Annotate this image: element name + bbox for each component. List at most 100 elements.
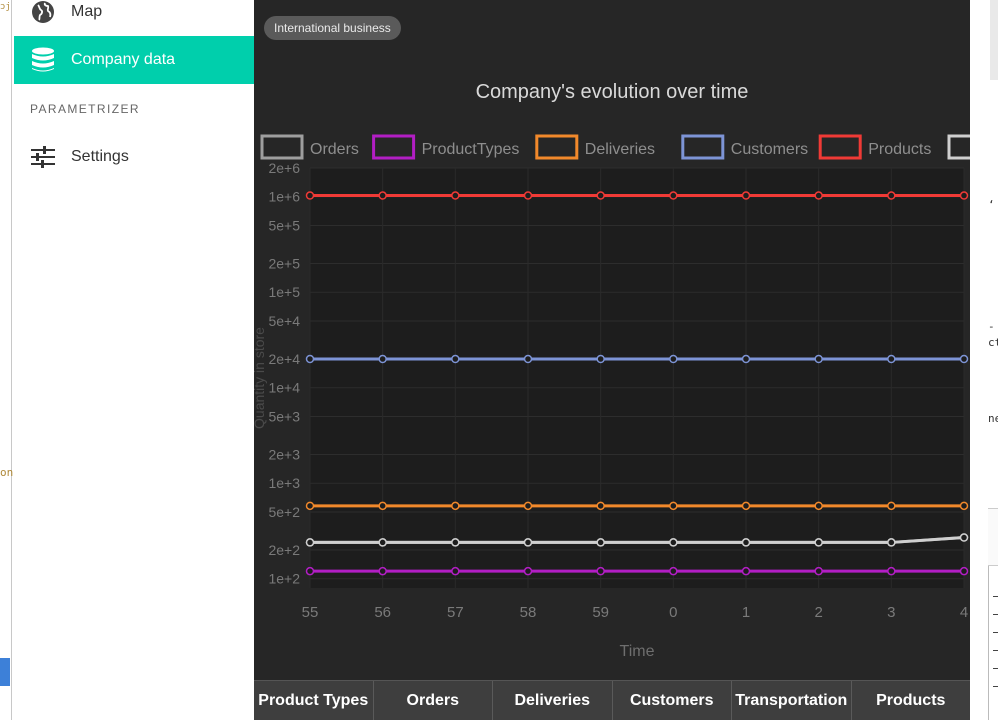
sidebar-item-company-data[interactable]: Company data <box>14 36 254 84</box>
legend-label: Orders <box>310 141 359 158</box>
data-point <box>959 533 969 542</box>
y-tick-label: 2e+2 <box>268 542 300 558</box>
x-tick-label: 3 <box>887 604 895 621</box>
background-line <box>993 686 998 687</box>
x-axis-label: Time <box>620 643 655 660</box>
background-fragment: on <box>0 466 14 479</box>
background-line <box>993 668 998 669</box>
data-point <box>378 354 387 364</box>
legend-label: Customers <box>731 141 808 158</box>
data-point <box>741 538 751 547</box>
background-line <box>993 596 998 597</box>
data-point <box>741 354 751 364</box>
data-point <box>741 501 751 511</box>
y-tick-label: 2e+3 <box>268 446 300 462</box>
data-point <box>378 501 387 511</box>
y-tick-label: 2e+4 <box>268 351 300 367</box>
plot-area <box>310 168 964 588</box>
legend-label: Deliveries <box>585 141 655 158</box>
data-point <box>451 354 460 364</box>
data-point <box>814 354 823 364</box>
column-header-deliveries[interactable]: Deliveries <box>493 681 613 720</box>
background-line <box>993 650 998 651</box>
y-tick-label: 5e+2 <box>268 504 300 520</box>
data-point <box>887 191 896 200</box>
legend-swatch <box>818 134 862 160</box>
background-panel <box>988 508 998 566</box>
data-point <box>378 538 387 547</box>
x-tick-label: 59 <box>592 604 609 621</box>
background-fragment: ‘ <box>988 198 995 211</box>
x-tick-label: 0 <box>669 604 677 621</box>
data-point <box>887 538 896 547</box>
chart-container: Company's evolution over time Orders Produ… <box>254 56 970 680</box>
data-point <box>959 501 969 511</box>
column-header-transportation[interactable]: Transportation <box>732 681 852 720</box>
globe-icon <box>30 0 56 25</box>
data-point <box>887 354 896 364</box>
legend-label: Products <box>868 141 931 158</box>
y-tick-label: 5e+3 <box>268 408 300 424</box>
data-point <box>741 566 751 576</box>
y-tick-label: 1e+4 <box>268 380 300 396</box>
background-selection <box>0 658 10 686</box>
data-point <box>596 566 605 576</box>
main-panel: International business Company's evoluti… <box>254 0 970 720</box>
data-point <box>959 354 969 364</box>
column-header-customers[interactable]: Customers <box>613 681 732 720</box>
sidebar-item-label: Settings <box>71 148 129 165</box>
legend-swatch <box>681 134 725 160</box>
data-point <box>451 566 460 576</box>
data-point <box>451 191 460 200</box>
data-point <box>305 191 315 200</box>
x-tick-label: 1 <box>742 604 750 621</box>
column-header-orders[interactable]: Orders <box>374 681 493 720</box>
y-tick-label: 1e+2 <box>268 571 300 587</box>
data-point <box>305 354 315 364</box>
background-line <box>993 632 998 633</box>
data-point <box>669 501 678 511</box>
background-line <box>993 614 998 615</box>
background-fragment: - <box>988 320 995 333</box>
data-point <box>523 191 533 200</box>
line-chart: Company's evolution over time Orders Produ… <box>254 81 970 660</box>
data-point <box>596 354 605 364</box>
data-point <box>305 538 315 547</box>
sidebar-item-settings[interactable]: Settings <box>14 133 254 181</box>
data-point <box>814 538 823 547</box>
sidebar-item-label: Map <box>71 3 103 20</box>
data-point <box>523 538 533 547</box>
x-tick-label: 58 <box>520 604 537 621</box>
data-point <box>378 191 387 200</box>
data-point <box>305 566 315 576</box>
data-point <box>669 354 678 364</box>
background-window-left <box>0 0 12 720</box>
y-tick-label: 5e+5 <box>268 217 300 233</box>
legend-swatch <box>372 134 416 160</box>
data-point <box>741 191 751 200</box>
data-point <box>523 354 533 364</box>
background-fragment: ɔj <box>0 2 11 12</box>
y-axis-label: Quantity in store <box>254 327 267 429</box>
chart-title: Company's evolution over time <box>476 81 749 103</box>
table-header: Product Types Orders Deliveries Customer… <box>254 680 970 720</box>
x-tick-label: 56 <box>374 604 391 621</box>
data-point <box>596 538 605 547</box>
data-point <box>596 501 605 511</box>
section-header-parametrizer: PARAMETRIZER <box>30 102 140 116</box>
x-tick-label: 57 <box>447 604 464 621</box>
y-tick-label: 1e+5 <box>268 284 300 300</box>
y-tick-label: 1e+6 <box>268 189 300 205</box>
data-point <box>669 538 678 547</box>
background-panel <box>988 566 998 720</box>
data-point <box>959 566 969 576</box>
column-header-product-types[interactable]: Product Types <box>254 681 374 720</box>
legend-swatch <box>260 134 304 160</box>
x-tick-label: 2 <box>814 604 822 621</box>
data-point <box>887 566 896 576</box>
background-fragment: ne <box>988 412 998 425</box>
sidebar-item-map[interactable]: Map <box>14 0 254 36</box>
legend-swatch <box>947 134 970 160</box>
column-header-products[interactable]: Products <box>852 681 971 720</box>
data-point <box>523 501 533 511</box>
